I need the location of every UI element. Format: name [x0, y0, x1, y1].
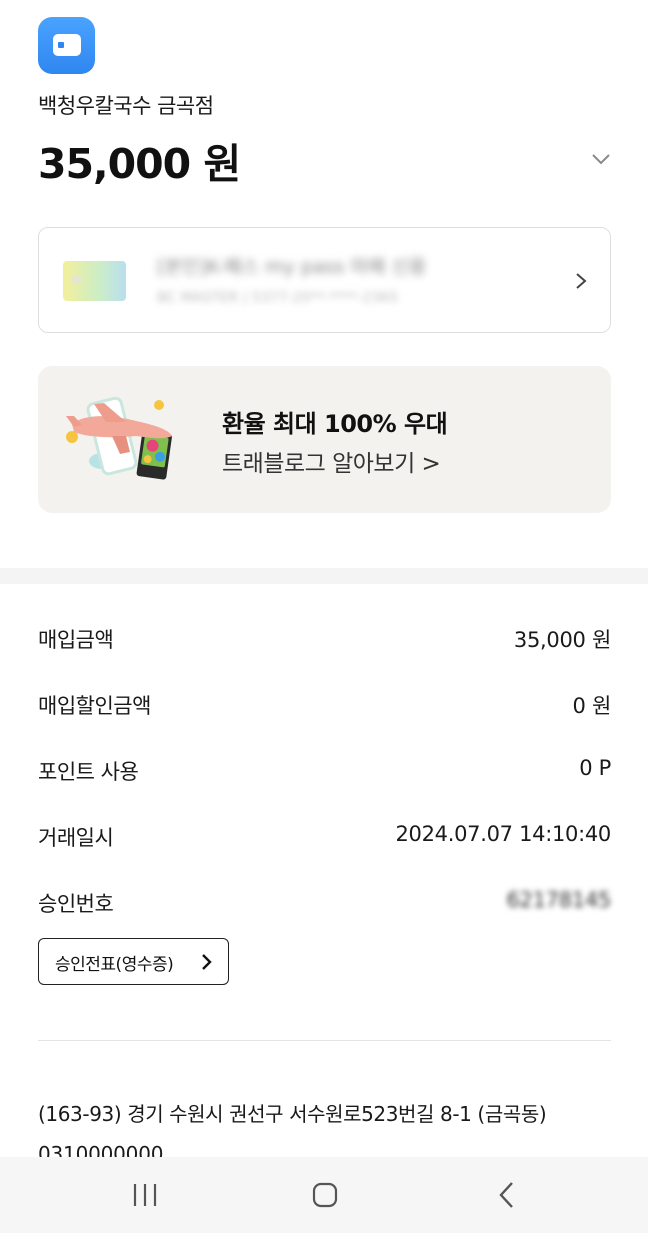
divider — [38, 1040, 611, 1041]
purchase-amount-row: 매입금액 35,000 원 — [38, 624, 611, 658]
recent-apps-icon[interactable] — [125, 1175, 165, 1215]
section-divider — [0, 568, 648, 584]
back-icon[interactable] — [487, 1175, 527, 1215]
merchant-name: 백청우칼국수 금곡점 — [38, 94, 214, 118]
approval-row: 승인번호 62178145 — [38, 888, 611, 922]
points-value: 0 P — [579, 756, 611, 780]
travel-promo-banner[interactable]: 환율 최대 100% 우대 트래블로그 알아보기 > — [38, 366, 611, 513]
total-amount: 35,000 원 — [38, 140, 241, 188]
approval-label: 승인번호 — [38, 892, 114, 916]
discount-row: 매입할인금액 0 원 — [38, 690, 611, 724]
payment-card-item[interactable]: [본인]K-패스 my pass 마패 신용 BC MASTER | 5377-… — [38, 227, 611, 333]
card-app-icon — [38, 17, 95, 74]
card-image — [63, 261, 126, 301]
receipt-button-label: 승인전표(영수증) — [55, 955, 174, 975]
purchase-amount-value: 35,000 원 — [513, 628, 611, 652]
chevron-right-icon — [202, 954, 212, 970]
home-icon[interactable] — [305, 1175, 345, 1215]
points-row: 포인트 사용 0 P — [38, 756, 611, 790]
card-number: BC MASTER | 5377-20**-****-2365 — [157, 290, 399, 306]
receipt-button[interactable]: 승인전표(영수증) — [38, 938, 229, 985]
airplane-illustration — [66, 396, 172, 480]
system-nav-bar — [0, 1157, 648, 1233]
approval-value: 62178145 — [506, 888, 612, 912]
chevron-down-icon[interactable] — [590, 148, 612, 170]
chevron-right-icon — [576, 273, 587, 289]
store-address: (163-93) 경기 수원시 권선구 서수원로523번길 8-1 (금곡동) — [38, 1102, 547, 1126]
discount-label: 매입할인금액 — [38, 694, 151, 718]
card-glyph — [53, 34, 81, 56]
card-name: [본인]K-패스 my pass 마패 신용 — [157, 256, 427, 278]
datetime-label: 거래일시 — [38, 826, 114, 850]
datetime-row: 거래일시 2024.07.07 14:10:40 — [38, 822, 611, 856]
discount-value: 0 원 — [572, 694, 612, 718]
points-label: 포인트 사용 — [38, 760, 139, 784]
datetime-value: 2024.07.07 14:10:40 — [395, 822, 611, 846]
purchase-amount-label: 매입금액 — [38, 628, 114, 652]
banner-title: 환율 최대 100% 우대 — [222, 410, 448, 438]
banner-link[interactable]: 트래블로그 알아보기 > — [222, 444, 441, 478]
